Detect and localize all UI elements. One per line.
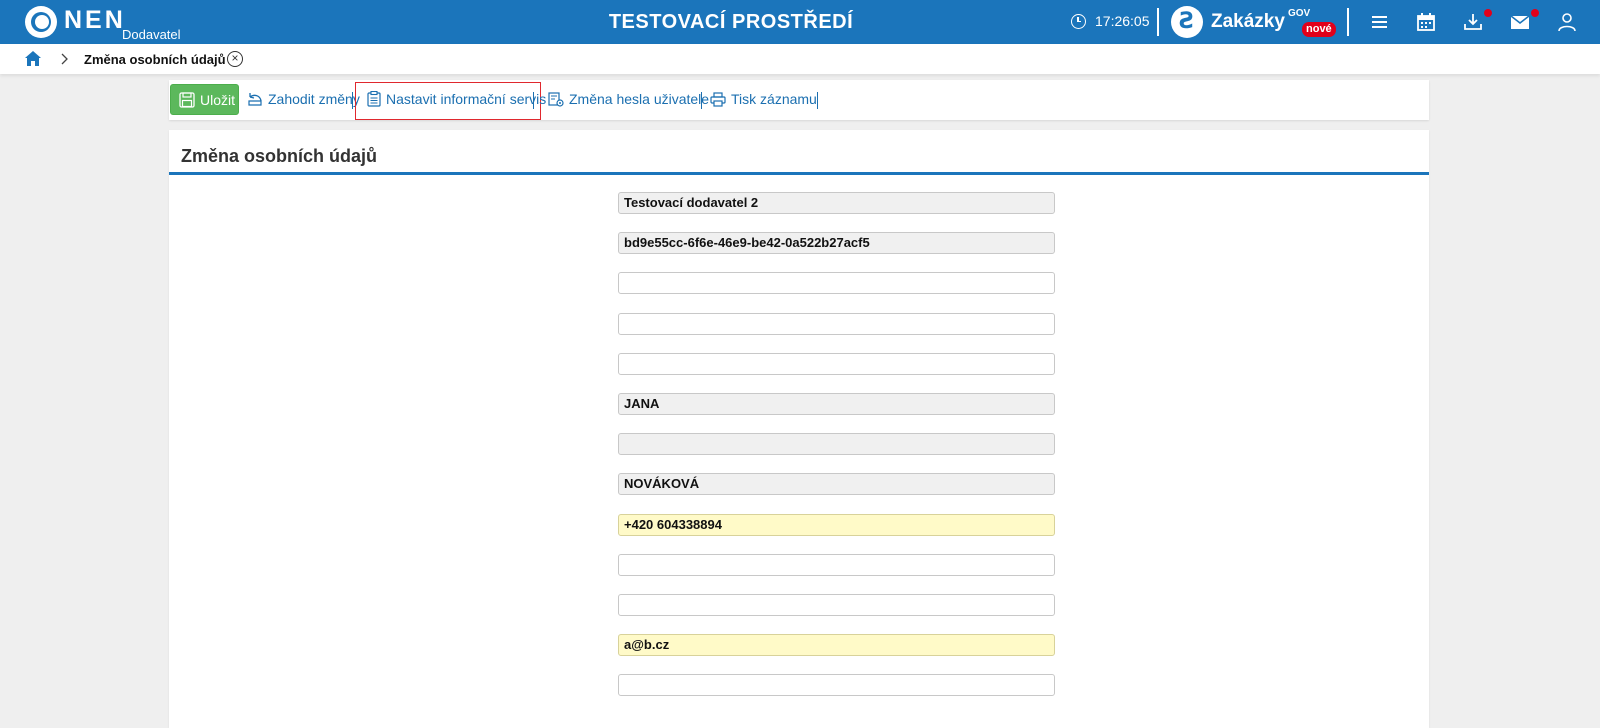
prostredni-jmeno-field bbox=[618, 433, 1055, 456]
discard-changes-button[interactable]: Zahodit změny bbox=[247, 91, 360, 107]
personal-data-form: Změna osobních údajů Organizace:Testovac… bbox=[169, 130, 1429, 728]
change-password-button[interactable]: Změna hesla uživatele bbox=[548, 91, 709, 107]
toolbar-divider bbox=[817, 92, 818, 109]
user-gear-icon bbox=[548, 92, 564, 107]
discard-changes-label: Zahodit změny bbox=[268, 91, 360, 107]
toolbar-divider bbox=[533, 92, 534, 109]
pracovni-pozice-field[interactable] bbox=[618, 674, 1055, 697]
floppy-icon bbox=[179, 91, 195, 108]
mobil-field[interactable] bbox=[618, 553, 1055, 576]
header-divider bbox=[1157, 8, 1159, 36]
fax-field[interactable] bbox=[618, 594, 1055, 616]
calendar-icon[interactable] bbox=[1415, 11, 1437, 33]
jmeno-field: JANA bbox=[618, 393, 1055, 415]
new-badge: nové bbox=[1302, 22, 1336, 37]
clipboard-icon bbox=[367, 91, 381, 107]
printer-icon bbox=[710, 91, 726, 107]
breadcrumb: Změna osobních údajů × bbox=[0, 44, 1600, 74]
menu-icon[interactable] bbox=[1369, 11, 1391, 33]
form-row: Osobní číslo: bbox=[169, 352, 1429, 375]
chevron-right-icon bbox=[61, 53, 68, 65]
form-row: Identita NIPEZ:bd9e55cc-6f6e-46e9-be42-0… bbox=[169, 232, 1429, 255]
action-toolbar: Uložit Zahodit změny Nastavit informační… bbox=[169, 80, 1429, 120]
top-header: NEN Dodavatel TESTOVACÍ PROSTŘEDÍ 17:26:… bbox=[0, 0, 1600, 44]
save-label: Uložit bbox=[200, 91, 236, 108]
titul-pred-field[interactable] bbox=[618, 272, 1055, 295]
toolbar-divider bbox=[352, 92, 353, 109]
organizace-field: Testovací dodavatel 2 bbox=[618, 192, 1055, 214]
breadcrumb-current: Změna osobních údajů bbox=[84, 52, 226, 67]
print-record-label: Tisk záznamu bbox=[731, 91, 817, 107]
mail-notification-dot bbox=[1531, 9, 1539, 17]
zakazky-gov-link[interactable]: Ƨ Zakázky GOV nové bbox=[1171, 6, 1336, 38]
zakazky-gov-superscript: GOV bbox=[1287, 7, 1311, 19]
download-notification-dot bbox=[1484, 9, 1492, 17]
telefon-zamestnani-field[interactable]: +420 604338894 bbox=[618, 513, 1055, 536]
prijmeni-field: NOVÁKOVÁ bbox=[618, 473, 1055, 496]
identita-nipez-field: bd9e55cc-6f6e-46e9-be42-0a522b27acf5 bbox=[618, 232, 1055, 255]
form-row: Mobil: bbox=[169, 553, 1429, 576]
zakazky-logo-icon: Ƨ bbox=[1171, 6, 1203, 38]
form-row: *Telefon - zaměstnání:+420 604338894 bbox=[169, 513, 1429, 536]
form-title: Změna osobních údajů bbox=[181, 146, 378, 166]
form-row: Organizace:Testovací dodavatel 2 bbox=[169, 192, 1429, 214]
close-tab-icon[interactable]: × bbox=[227, 51, 243, 67]
set-info-service-label: Nastavit informační servis bbox=[386, 91, 547, 107]
change-password-label: Změna hesla uživatele bbox=[569, 91, 710, 107]
user-icon[interactable] bbox=[1556, 11, 1578, 33]
zakazky-label: Zakázky bbox=[1211, 11, 1285, 32]
header-divider bbox=[1347, 8, 1349, 36]
form-row: Jméno:JANA bbox=[169, 393, 1429, 415]
osobni-cislo-field[interactable] bbox=[618, 352, 1055, 375]
form-row: *Email:a@b.cz bbox=[169, 634, 1429, 657]
form-row: Titul před: bbox=[169, 272, 1429, 295]
session-clock: 17:26:05 bbox=[1071, 13, 1150, 29]
clock-icon bbox=[1071, 13, 1086, 29]
form-row: Pracovní pozice: bbox=[169, 674, 1429, 697]
save-button[interactable]: Uložit bbox=[170, 84, 239, 115]
form-row: Příjmení:NOVÁKOVÁ bbox=[169, 473, 1429, 496]
print-record-button[interactable]: Tisk záznamu bbox=[710, 91, 817, 107]
titul-za-field[interactable] bbox=[618, 312, 1055, 335]
toolbar-divider bbox=[701, 92, 702, 109]
set-info-service-button[interactable]: Nastavit informační servis bbox=[367, 91, 546, 107]
clock-time: 17:26:05 bbox=[1095, 13, 1150, 29]
mail-icon[interactable] bbox=[1509, 11, 1531, 33]
title-underline bbox=[169, 172, 1429, 175]
download-icon[interactable] bbox=[1462, 11, 1484, 33]
form-row: Fax: bbox=[169, 594, 1429, 616]
form-row: Titul za: bbox=[169, 312, 1429, 335]
email-field[interactable]: a@b.cz bbox=[618, 634, 1055, 657]
form-row: Prostřední jméno: bbox=[169, 433, 1429, 456]
home-icon[interactable] bbox=[24, 50, 42, 67]
undo-icon bbox=[248, 93, 262, 106]
